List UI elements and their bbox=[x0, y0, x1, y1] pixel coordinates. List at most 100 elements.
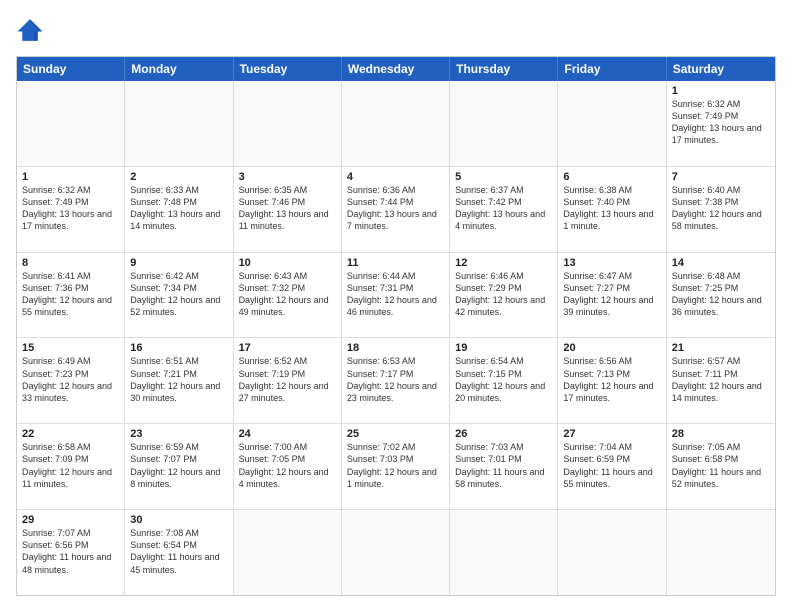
day-number: 5 bbox=[455, 171, 552, 183]
cell-info: Sunrise: 6:57 AMSunset: 7:11 PMDaylight:… bbox=[672, 355, 770, 404]
day-cell-3: 3Sunrise: 6:35 AMSunset: 7:46 PMDaylight… bbox=[234, 167, 342, 252]
cell-info: Sunrise: 7:07 AMSunset: 6:56 PMDaylight:… bbox=[22, 527, 119, 576]
day-number: 13 bbox=[563, 257, 660, 269]
cell-info: Sunrise: 7:03 AMSunset: 7:01 PMDaylight:… bbox=[455, 441, 552, 490]
calendar-row-1: 1Sunrise: 6:32 AMSunset: 7:49 PMDaylight… bbox=[17, 166, 775, 252]
day-number: 12 bbox=[455, 257, 552, 269]
cell-info: Sunrise: 6:51 AMSunset: 7:21 PMDaylight:… bbox=[130, 355, 227, 404]
day-cell-21: 21Sunrise: 6:57 AMSunset: 7:11 PMDayligh… bbox=[667, 338, 775, 423]
day-cell-6: 6Sunrise: 6:38 AMSunset: 7:40 PMDaylight… bbox=[558, 167, 666, 252]
cell-info: Sunrise: 6:49 AMSunset: 7:23 PMDaylight:… bbox=[22, 355, 119, 404]
cell-info: Sunrise: 7:08 AMSunset: 6:54 PMDaylight:… bbox=[130, 527, 227, 576]
cell-info: Sunrise: 7:00 AMSunset: 7:05 PMDaylight:… bbox=[239, 441, 336, 490]
day-cell-4: 4Sunrise: 6:36 AMSunset: 7:44 PMDaylight… bbox=[342, 167, 450, 252]
empty-cell bbox=[234, 510, 342, 595]
calendar-row-5: 29Sunrise: 7:07 AMSunset: 6:56 PMDayligh… bbox=[17, 509, 775, 595]
cell-info: Sunrise: 6:52 AMSunset: 7:19 PMDaylight:… bbox=[239, 355, 336, 404]
day-number: 16 bbox=[130, 342, 227, 354]
cell-info: Sunrise: 6:42 AMSunset: 7:34 PMDaylight:… bbox=[130, 270, 227, 319]
day-cell-12: 12Sunrise: 6:46 AMSunset: 7:29 PMDayligh… bbox=[450, 253, 558, 338]
day-cell-2: 2Sunrise: 6:33 AMSunset: 7:48 PMDaylight… bbox=[125, 167, 233, 252]
day-number: 22 bbox=[22, 428, 119, 440]
day-number: 24 bbox=[239, 428, 336, 440]
empty-cell bbox=[558, 510, 666, 595]
day-cell-16: 16Sunrise: 6:51 AMSunset: 7:21 PMDayligh… bbox=[125, 338, 233, 423]
day-number: 1 bbox=[22, 171, 119, 183]
calendar-row-2: 8Sunrise: 6:41 AMSunset: 7:36 PMDaylight… bbox=[17, 252, 775, 338]
day-cell-15: 15Sunrise: 6:49 AMSunset: 7:23 PMDayligh… bbox=[17, 338, 125, 423]
day-cell-30: 30Sunrise: 7:08 AMSunset: 6:54 PMDayligh… bbox=[125, 510, 233, 595]
day-number: 20 bbox=[563, 342, 660, 354]
day-number: 10 bbox=[239, 257, 336, 269]
empty-cell bbox=[17, 81, 125, 166]
header-cell-saturday: Saturday bbox=[667, 57, 775, 81]
day-number: 19 bbox=[455, 342, 552, 354]
day-number: 18 bbox=[347, 342, 444, 354]
empty-cell bbox=[450, 81, 558, 166]
cell-info: Sunrise: 7:05 AMSunset: 6:58 PMDaylight:… bbox=[672, 441, 770, 490]
day-number: 28 bbox=[672, 428, 770, 440]
day-cell-14: 14Sunrise: 6:48 AMSunset: 7:25 PMDayligh… bbox=[667, 253, 775, 338]
header-cell-sunday: Sunday bbox=[17, 57, 125, 81]
day-cell-27: 27Sunrise: 7:04 AMSunset: 6:59 PMDayligh… bbox=[558, 424, 666, 509]
day-cell-10: 10Sunrise: 6:43 AMSunset: 7:32 PMDayligh… bbox=[234, 253, 342, 338]
day-number: 11 bbox=[347, 257, 444, 269]
cell-info: Sunrise: 6:48 AMSunset: 7:25 PMDaylight:… bbox=[672, 270, 770, 319]
day-cell-29: 29Sunrise: 7:07 AMSunset: 6:56 PMDayligh… bbox=[17, 510, 125, 595]
page: SundayMondayTuesdayWednesdayThursdayFrid… bbox=[0, 0, 792, 612]
cell-info: Sunrise: 6:58 AMSunset: 7:09 PMDaylight:… bbox=[22, 441, 119, 490]
day-cell-18: 18Sunrise: 6:53 AMSunset: 7:17 PMDayligh… bbox=[342, 338, 450, 423]
day-cell-11: 11Sunrise: 6:44 AMSunset: 7:31 PMDayligh… bbox=[342, 253, 450, 338]
day-number: 21 bbox=[672, 342, 770, 354]
cell-info: Sunrise: 7:04 AMSunset: 6:59 PMDaylight:… bbox=[563, 441, 660, 490]
header bbox=[16, 16, 776, 44]
day-cell-1: 1Sunrise: 6:32 AMSunset: 7:49 PMDaylight… bbox=[17, 167, 125, 252]
empty-cell bbox=[450, 510, 558, 595]
cell-info: Sunrise: 6:41 AMSunset: 7:36 PMDaylight:… bbox=[22, 270, 119, 319]
cell-info: Sunrise: 6:35 AMSunset: 7:46 PMDaylight:… bbox=[239, 184, 336, 233]
cell-info: Sunrise: 6:46 AMSunset: 7:29 PMDaylight:… bbox=[455, 270, 552, 319]
day-number: 4 bbox=[347, 171, 444, 183]
calendar: SundayMondayTuesdayWednesdayThursdayFrid… bbox=[16, 56, 776, 596]
cell-info: Sunrise: 6:47 AMSunset: 7:27 PMDaylight:… bbox=[563, 270, 660, 319]
cell-info: Sunrise: 6:43 AMSunset: 7:32 PMDaylight:… bbox=[239, 270, 336, 319]
day-cell-1: 1Sunrise: 6:32 AMSunset: 7:49 PMDaylight… bbox=[667, 81, 775, 166]
day-cell-28: 28Sunrise: 7:05 AMSunset: 6:58 PMDayligh… bbox=[667, 424, 775, 509]
day-cell-8: 8Sunrise: 6:41 AMSunset: 7:36 PMDaylight… bbox=[17, 253, 125, 338]
day-cell-20: 20Sunrise: 6:56 AMSunset: 7:13 PMDayligh… bbox=[558, 338, 666, 423]
empty-cell bbox=[234, 81, 342, 166]
empty-cell bbox=[558, 81, 666, 166]
header-cell-monday: Monday bbox=[125, 57, 233, 81]
header-cell-tuesday: Tuesday bbox=[234, 57, 342, 81]
day-number: 14 bbox=[672, 257, 770, 269]
day-cell-9: 9Sunrise: 6:42 AMSunset: 7:34 PMDaylight… bbox=[125, 253, 233, 338]
day-number: 7 bbox=[672, 171, 770, 183]
cell-info: Sunrise: 6:59 AMSunset: 7:07 PMDaylight:… bbox=[130, 441, 227, 490]
day-number: 8 bbox=[22, 257, 119, 269]
calendar-row-0: 1Sunrise: 6:32 AMSunset: 7:49 PMDaylight… bbox=[17, 81, 775, 166]
header-cell-thursday: Thursday bbox=[450, 57, 558, 81]
cell-info: Sunrise: 7:02 AMSunset: 7:03 PMDaylight:… bbox=[347, 441, 444, 490]
header-cell-wednesday: Wednesday bbox=[342, 57, 450, 81]
cell-info: Sunrise: 6:36 AMSunset: 7:44 PMDaylight:… bbox=[347, 184, 444, 233]
cell-info: Sunrise: 6:32 AMSunset: 7:49 PMDaylight:… bbox=[22, 184, 119, 233]
logo bbox=[16, 16, 48, 44]
day-cell-23: 23Sunrise: 6:59 AMSunset: 7:07 PMDayligh… bbox=[125, 424, 233, 509]
empty-cell bbox=[342, 510, 450, 595]
day-number: 26 bbox=[455, 428, 552, 440]
day-cell-22: 22Sunrise: 6:58 AMSunset: 7:09 PMDayligh… bbox=[17, 424, 125, 509]
cell-info: Sunrise: 6:37 AMSunset: 7:42 PMDaylight:… bbox=[455, 184, 552, 233]
cell-info: Sunrise: 6:56 AMSunset: 7:13 PMDaylight:… bbox=[563, 355, 660, 404]
day-number: 3 bbox=[239, 171, 336, 183]
cell-info: Sunrise: 6:54 AMSunset: 7:15 PMDaylight:… bbox=[455, 355, 552, 404]
day-number: 17 bbox=[239, 342, 336, 354]
day-cell-17: 17Sunrise: 6:52 AMSunset: 7:19 PMDayligh… bbox=[234, 338, 342, 423]
day-number: 23 bbox=[130, 428, 227, 440]
calendar-header-row: SundayMondayTuesdayWednesdayThursdayFrid… bbox=[17, 57, 775, 81]
day-cell-19: 19Sunrise: 6:54 AMSunset: 7:15 PMDayligh… bbox=[450, 338, 558, 423]
empty-cell bbox=[342, 81, 450, 166]
day-cell-26: 26Sunrise: 7:03 AMSunset: 7:01 PMDayligh… bbox=[450, 424, 558, 509]
day-cell-24: 24Sunrise: 7:00 AMSunset: 7:05 PMDayligh… bbox=[234, 424, 342, 509]
day-cell-7: 7Sunrise: 6:40 AMSunset: 7:38 PMDaylight… bbox=[667, 167, 775, 252]
day-number: 1 bbox=[672, 85, 770, 97]
